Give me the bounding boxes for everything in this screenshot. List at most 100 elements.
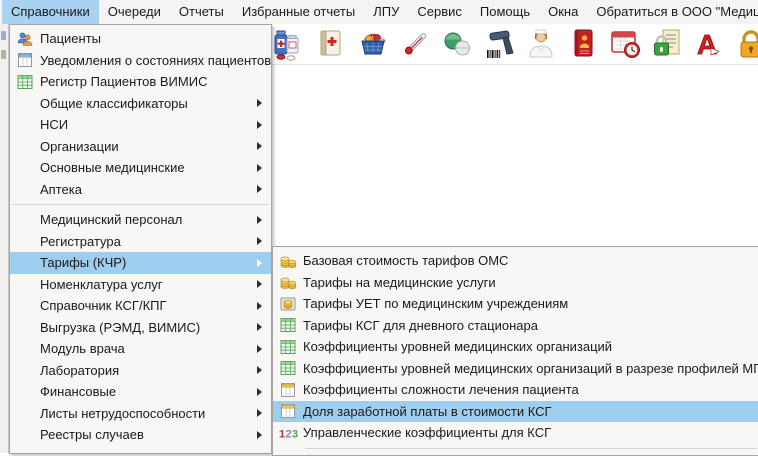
svg-text:3: 3	[292, 428, 298, 440]
submenu-arrow-icon	[257, 280, 262, 288]
submenu-arrow-icon	[257, 142, 262, 150]
green-table-icon	[273, 317, 303, 333]
orange-padlock-icon[interactable]	[734, 26, 758, 62]
first-aid-book-icon[interactable]	[314, 26, 348, 62]
menu-item-label: Аптека	[40, 182, 251, 197]
submenu-item-medical-service-tariffs[interactable]: Тарифы на медицинские услуги	[273, 272, 758, 294]
menu-item-label: Регистр Пациентов ВИМИС	[40, 74, 271, 89]
menubar: Справочники Очереди Отчеты Избранные отч…	[0, 0, 758, 24]
svg-text:2: 2	[286, 428, 292, 440]
menu-item-label: Тарифы КСГ для дневного стационара	[303, 318, 758, 333]
menubar-item-favorite-reports[interactable]: Избранные отчеты	[233, 0, 364, 24]
svg-text:A: A	[697, 29, 717, 60]
barcode-scanner-icon[interactable]	[482, 26, 516, 62]
coins-icon	[273, 274, 303, 290]
menu-item-label: Медицинский персонал	[40, 212, 251, 227]
menu-item-label: Коэффициенты уровней медицинских организ…	[303, 361, 758, 376]
submenu-item-org-level-coefficients-mp-profiles[interactable]: Коэффициенты уровней медицинских организ…	[273, 358, 758, 380]
coins-icon	[273, 253, 303, 269]
menu-item-upload-remd-vimis[interactable]: Выгрузка (РЭМД, ВИМИС)	[10, 317, 271, 339]
submenu-item-management-coefficients-ksg[interactable]: 1 2 3 Управленческие коэффициенты для КС…	[273, 422, 758, 444]
schedule-clock-icon[interactable]	[608, 26, 642, 62]
menu-item-label: Финансовые	[40, 384, 251, 399]
menu-item-label: Модуль врача	[40, 341, 251, 356]
blue-table-icon	[10, 52, 40, 68]
patients-icon	[10, 31, 40, 47]
pills-icon[interactable]	[440, 26, 474, 62]
coins-box-icon	[273, 296, 303, 312]
menubar-item-service[interactable]: Сервис	[408, 0, 471, 24]
menubar-item-queues[interactable]: Очереди	[99, 0, 170, 24]
submenu-arrow-icon	[257, 259, 262, 267]
pharmacy-basket-icon[interactable]	[356, 26, 390, 62]
menu-item-basic-medical[interactable]: Основные медицинские	[10, 157, 271, 179]
green-table-icon	[273, 360, 303, 376]
menubar-item-contact-vendor[interactable]: Обратиться в ООО "Медицина-ИТ"	[587, 0, 758, 24]
nurse-icon[interactable]	[524, 26, 558, 62]
menubar-item-help[interactable]: Помощь	[471, 0, 539, 24]
submenu-arrow-icon	[257, 323, 262, 331]
menu-item-label: Управленческие коэффициенты для КСГ	[303, 425, 758, 440]
yellow-table-icon	[273, 382, 303, 398]
left-toolbar-sliver	[0, 24, 9, 453]
menu-item-label: Основные медицинские	[40, 160, 251, 175]
menu-item-label: Общие классификаторы	[40, 96, 251, 111]
menu-item-label: Пациенты	[40, 31, 271, 46]
red-letter-a-icon[interactable]: A	[692, 26, 726, 62]
submenu-item-ksg-day-hospital[interactable]: Тарифы КСГ для дневного стационара	[273, 315, 758, 337]
menu-item-patient-state-notifications[interactable]: Уведомления о состояниях пациентов	[10, 50, 271, 72]
menu-item-label: Уведомления о состояниях пациентов	[40, 53, 271, 68]
svg-text:1: 1	[279, 428, 285, 440]
menu-item-medical-staff[interactable]: Медицинский персонал	[10, 209, 271, 231]
medicine-bottles-icon[interactable]	[272, 26, 306, 62]
menu-item-tariffs-kchr[interactable]: Тарифы (КЧР)	[10, 252, 271, 274]
secure-list-icon[interactable]	[650, 26, 684, 62]
submenu-arrow-icon	[257, 164, 262, 172]
menu-item-case-registers[interactable]: Реестры случаев	[10, 424, 271, 446]
submenu-arrow-icon	[257, 409, 262, 417]
menu-item-doctor-module[interactable]: Модуль врача	[10, 338, 271, 360]
menu-item-label: Листы нетрудоспособности	[40, 406, 251, 421]
menu-item-organizations[interactable]: Организации	[10, 136, 271, 158]
partial-toolbar-icon	[1, 50, 6, 59]
menu-item-registry-desk[interactable]: Регистратура	[10, 231, 271, 253]
menu-item-laboratory[interactable]: Лаборатория	[10, 360, 271, 382]
menu-item-common-classifiers[interactable]: Общие классификаторы	[10, 93, 271, 115]
red-book-icon[interactable]	[566, 26, 600, 62]
submenu-arrow-icon	[257, 185, 262, 193]
submenu-arrow-icon	[257, 216, 262, 224]
thermometer-icon[interactable]	[398, 26, 432, 62]
menu-item-label: Коэффициенты сложности лечения пациента	[303, 382, 758, 397]
menu-item-label: Выгрузка (РЭМД, ВИМИС)	[40, 320, 251, 335]
menu-item-label: Регистратура	[40, 234, 251, 249]
menubar-item-windows[interactable]: Окна	[539, 0, 587, 24]
menu-item-financial[interactable]: Финансовые	[10, 381, 271, 403]
menubar-item-directories[interactable]: Справочники	[2, 0, 99, 24]
menu-item-label: Справочник КСГ/КПГ	[40, 298, 251, 313]
submenu-item-salary-share-ksg[interactable]: Доля заработной платы в стоимости КСГ	[273, 401, 758, 423]
menubar-item-reports[interactable]: Отчеты	[170, 0, 233, 24]
menu-item-label: Номенклатура услуг	[40, 277, 251, 292]
submenu-item-treatment-complexity-coefficients[interactable]: Коэффициенты сложности лечения пациента	[273, 379, 758, 401]
submenu-arrow-icon	[257, 388, 262, 396]
submenu-arrow-icon	[257, 302, 262, 310]
menu-item-service-nomenclature[interactable]: Номенклатура услуг	[10, 274, 271, 296]
yellow-table-icon	[273, 403, 303, 419]
tariffs-kchr-submenu: Базовая стоимость тарифов ОМС Тарифы на …	[272, 246, 758, 456]
submenu-item-base-cost-oms[interactable]: Базовая стоимость тарифов ОМС	[273, 250, 758, 272]
menu-item-label: Лаборатория	[40, 363, 251, 378]
menu-item-label: Реестры случаев	[40, 427, 251, 442]
menu-item-disability-sheets[interactable]: Листы нетрудоспособности	[10, 403, 271, 425]
menu-item-vimis-patient-registry[interactable]: Регистр Пациентов ВИМИС	[10, 71, 271, 93]
green-table-icon	[10, 74, 40, 90]
submenu-item-uet-tariffs[interactable]: Тарифы УЕТ по медицинским учреждениям	[273, 293, 758, 315]
menu-item-patients[interactable]: Пациенты	[10, 28, 271, 50]
menubar-item-lpu[interactable]: ЛПУ	[364, 0, 408, 24]
numbers-123-icon: 1 2 3	[273, 425, 303, 441]
menu-item-ksg-kpg-directory[interactable]: Справочник КСГ/КПГ	[10, 295, 271, 317]
menu-item-nsi[interactable]: НСИ	[10, 114, 271, 136]
menu-item-label: Тарифы УЕТ по медицинским учреждениям	[303, 296, 758, 311]
menu-item-label: Тарифы на медицинские услуги	[303, 275, 758, 290]
submenu-item-org-level-coefficients[interactable]: Коэффициенты уровней медицинских организ…	[273, 336, 758, 358]
menu-item-pharmacy[interactable]: Аптека	[10, 179, 271, 201]
